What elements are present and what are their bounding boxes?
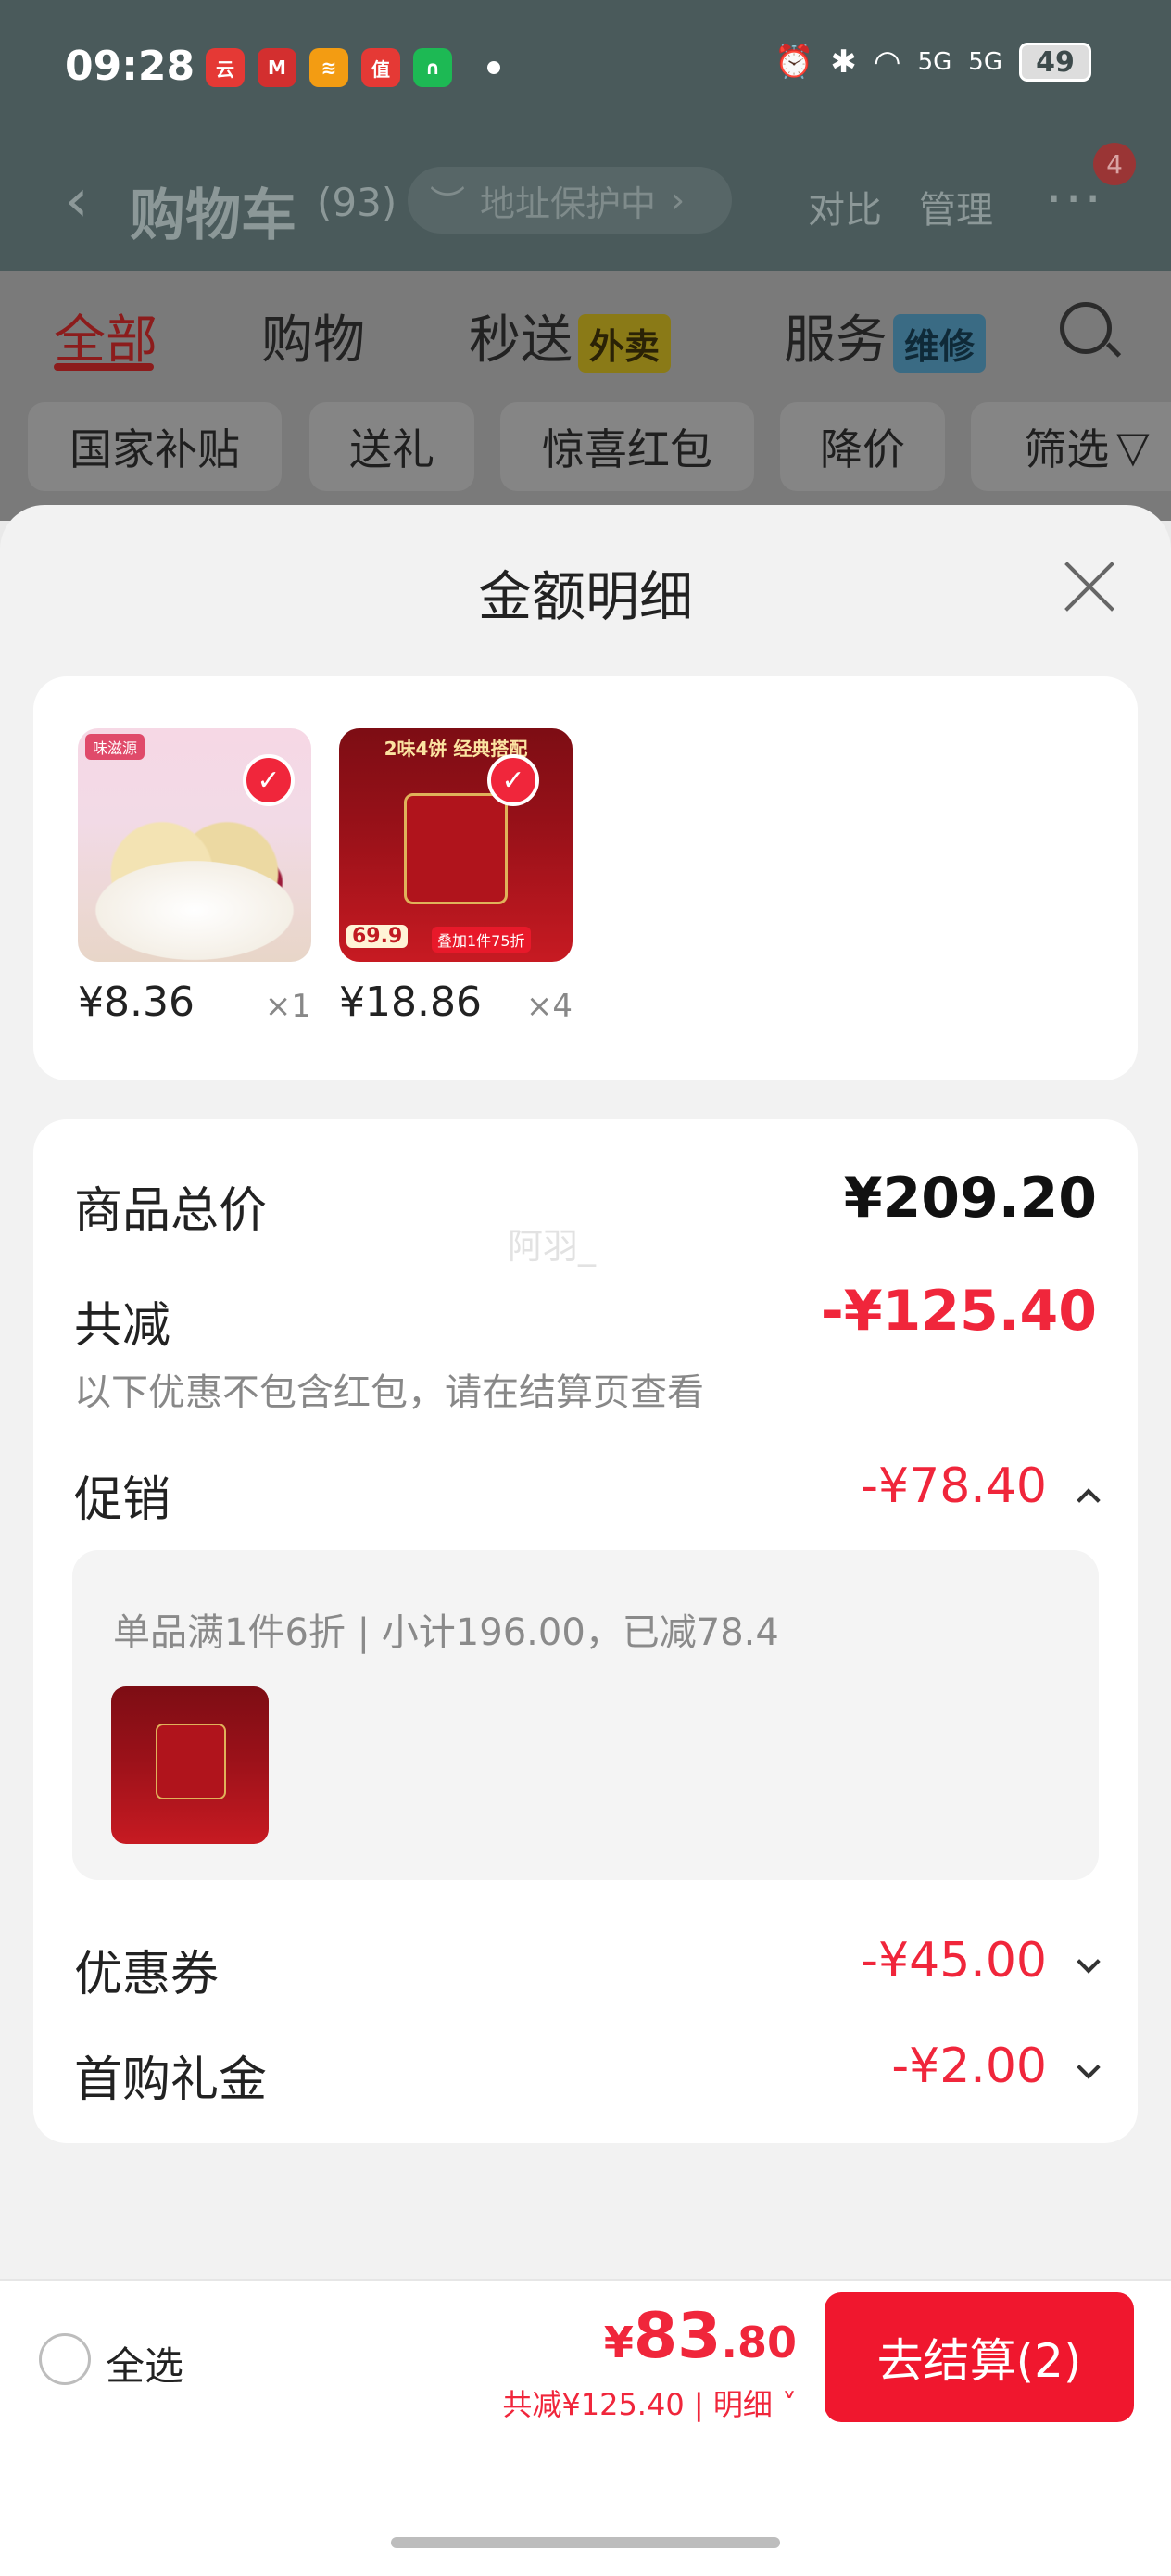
product-thumbnails-card: 味滋源 ✓ ¥8.36 ×1 2味4饼 经典搭配 69.9 叠加1件75折 ✓ … <box>33 676 1138 1080</box>
chevron-right-icon: › <box>671 180 686 221</box>
pinduoduo-app-icon: ≋ <box>309 48 348 87</box>
promo-detail-box: 单品满1件6折 | 小计196.00，已减78.4 <box>72 1550 1099 1880</box>
reduce-summary-link[interactable]: 共减¥125.40 | 明细 ˅ <box>502 2381 797 2424</box>
category-tabs: 全部 购物 秒送 外卖 服务 维修 <box>0 271 1171 391</box>
reduce-label: 共减 <box>74 1298 171 1354</box>
total-label: 商品总价 <box>74 1183 268 1239</box>
product-banner-text: 2味4饼 经典搭配 <box>384 738 528 760</box>
product-price: ¥8.36 <box>78 979 195 1026</box>
amount-detail-sheet: 金额明细 味滋源 ✓ ¥8.36 ×1 2味4饼 经典搭配 69.9 叠加1件7… <box>0 505 1171 2279</box>
promo-product-thumb <box>111 1686 269 1844</box>
chip-filter-label: 筛选 <box>1024 424 1110 474</box>
checkout-button[interactable]: 去结算(2) <box>825 2292 1134 2422</box>
status-bar: 09:28 云 M ≋ 值 ∩ ⏰ ✱ ◠ 5G 5G 49 <box>0 0 1171 139</box>
sheet-title: 金额明细 <box>477 565 693 628</box>
close-icon[interactable] <box>1060 557 1119 616</box>
battery-icon: 49 <box>1019 43 1091 82</box>
signal-5g-icon-2: 5G <box>968 48 1002 76</box>
page-title: 购物车 <box>130 183 296 248</box>
tab-shopping[interactable]: 购物 <box>261 298 365 373</box>
notification-badge: 4 <box>1093 143 1136 185</box>
product-price: ¥18.86 <box>339 979 482 1026</box>
repair-tag: 维修 <box>893 314 987 373</box>
product-image: 2味4饼 经典搭配 69.9 叠加1件75折 ✓ <box>339 728 573 962</box>
coupon-label: 优惠券 <box>74 1947 220 2002</box>
product-item[interactable]: 2味4饼 经典搭配 69.9 叠加1件75折 ✓ ¥18.86 ×4 <box>339 728 573 1026</box>
total-value: ¥209.20 <box>843 1166 1097 1231</box>
product-qty: ×4 <box>525 988 573 1025</box>
status-app-icons: 云 M ≋ 值 ∩ <box>206 48 500 87</box>
smzdm-app-icon: 值 <box>361 48 400 87</box>
product-item[interactable]: 味滋源 ✓ ¥8.36 ×1 <box>78 728 311 1026</box>
product-brand-label: 味滋源 <box>85 734 145 760</box>
cmb-app-icon: M <box>258 48 296 87</box>
chip-red-packet[interactable]: 惊喜红包 <box>500 402 754 491</box>
status-time: 09:28 <box>65 43 195 90</box>
coupon-value[interactable]: -¥45.00 <box>861 1933 1047 1989</box>
funnel-icon: ▽ <box>1116 422 1150 472</box>
tab-express[interactable]: 秒送 外卖 <box>469 298 672 373</box>
address-protect-button[interactable]: ︶ 地址保护中 › <box>408 167 732 234</box>
select-all-label[interactable]: 全选 <box>106 2335 183 2392</box>
product-image: 味滋源 ✓ <box>78 728 311 962</box>
product-tag-price: 69.9 <box>346 925 409 948</box>
fuli-app-icon: ∩ <box>413 48 452 87</box>
tab-express-label: 秒送 <box>469 310 573 371</box>
chip-filter[interactable]: 筛选 ▽ <box>971 402 1171 491</box>
eye-closed-icon: ︶ <box>430 183 466 224</box>
total-price: ¥83.80 <box>604 2300 797 2373</box>
chip-price-drop[interactable]: 降价 <box>780 402 945 491</box>
reduce-value: -¥125.40 <box>820 1279 1097 1344</box>
chevron-down-icon[interactable] <box>1077 2055 1101 2079</box>
tab-service[interactable]: 服务 维修 <box>784 298 987 373</box>
tab-all[interactable]: 全部 <box>54 298 157 373</box>
takeout-tag: 外卖 <box>578 314 672 373</box>
firstbuy-label: 首购礼金 <box>74 2052 268 2108</box>
signal-5g-icon: 5G <box>917 48 952 76</box>
yunshanfu-app-icon: 云 <box>206 48 245 87</box>
product-sub-text: 叠加1件75折 <box>432 927 531 953</box>
manage-button[interactable]: 管理 <box>919 180 993 234</box>
total-int: 83 <box>633 2300 722 2373</box>
select-all-checkbox[interactable] <box>39 2333 91 2385</box>
filter-chips: 国家补贴 送礼 惊喜红包 降价 筛选 ▽ <box>0 391 1171 521</box>
cart-count: (93) <box>317 180 397 225</box>
alarm-icon: ⏰ <box>774 44 814 81</box>
chevron-down-icon[interactable] <box>1077 1950 1101 1974</box>
back-icon[interactable]: ‹ <box>65 167 89 235</box>
status-right: ⏰ ✱ ◠ 5G 5G 49 <box>774 43 1091 82</box>
check-icon: ✓ <box>243 754 295 806</box>
checkout-bar: 全选 ¥83.80 共减¥125.40 | 明细 ˅ 去结算(2) <box>0 2279 1171 2431</box>
address-protect-label: 地址保护中 <box>480 183 657 224</box>
watermark: 阿羽_ <box>508 1226 597 1267</box>
promo-value[interactable]: -¥78.40 <box>861 1458 1047 1514</box>
reduce-note: 以下优惠不包含红包，请在结算页查看 <box>74 1371 704 1414</box>
chip-national-subsidy[interactable]: 国家补贴 <box>28 402 282 491</box>
compare-button[interactable]: 对比 <box>808 180 882 234</box>
chip-gift[interactable]: 送礼 <box>309 402 474 491</box>
giftbox-shape <box>404 793 508 904</box>
giftbox-shape <box>156 1724 226 1799</box>
check-icon: ✓ <box>487 754 539 806</box>
price-breakdown-card: 阿羽_ 商品总价 ¥209.20 共减 -¥125.40 以下优惠不包含红包，请… <box>33 1119 1138 2143</box>
chevron-up-icon[interactable] <box>1077 1488 1101 1512</box>
tab-active-indicator <box>54 363 154 371</box>
wifi-icon: ◠ <box>873 44 901 81</box>
tab-service-label: 服务 <box>784 310 888 371</box>
cart-header: ‹ 购物车 (93) ︶ 地址保护中 › 对比 管理 ··· 4 <box>0 139 1171 271</box>
currency-symbol: ¥ <box>603 2317 634 2368</box>
promo-label: 促销 <box>74 1472 171 1528</box>
bottom-safe-area <box>0 2431 1171 2576</box>
product-qty: ×1 <box>264 988 311 1025</box>
bluetooth-icon: ✱ <box>830 44 857 81</box>
total-dec: .80 <box>721 2317 798 2368</box>
firstbuy-value[interactable]: -¥2.00 <box>891 2039 1047 2094</box>
promo-detail-text: 单品满1件6折 | 小计196.00，已减78.4 <box>113 1611 779 1654</box>
search-icon[interactable] <box>1060 302 1112 354</box>
home-indicator[interactable] <box>391 2537 780 2548</box>
more-icon[interactable]: ··· <box>1045 167 1103 232</box>
notification-dot-icon <box>487 61 500 74</box>
